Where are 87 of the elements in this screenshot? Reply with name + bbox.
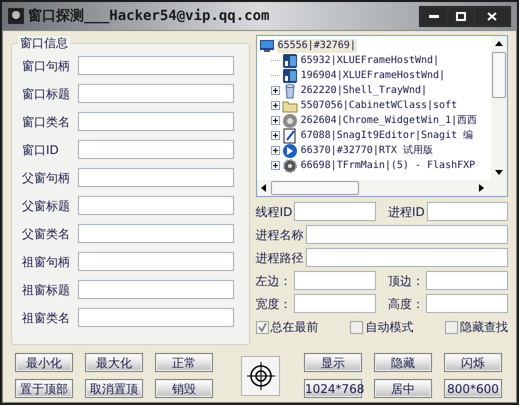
text-field[interactable] <box>78 280 234 299</box>
text-field[interactable] <box>294 271 376 290</box>
gear-icon <box>282 158 298 174</box>
text-field[interactable] <box>78 56 234 75</box>
field-label: 窗口句柄 <box>22 58 71 74</box>
action-button[interactable]: 隐藏 <box>374 353 432 372</box>
text-field[interactable] <box>306 248 508 267</box>
text-field[interactable] <box>294 202 376 221</box>
text-field[interactable] <box>78 308 234 327</box>
close-button[interactable] <box>475 8 509 24</box>
text-field[interactable] <box>294 294 376 313</box>
action-button[interactable]: 最小化 <box>15 353 73 372</box>
text-field[interactable] <box>426 271 508 290</box>
action-button[interactable]: 显示 <box>304 353 362 372</box>
field-label: 祖窗标题 <box>22 282 71 298</box>
group-title: 窗口信息 <box>18 36 70 50</box>
text-field[interactable] <box>426 202 508 221</box>
tree-item[interactable]: 5507056|CabinetWClass|soft <box>300 98 458 112</box>
text-field[interactable] <box>426 294 508 313</box>
tree-item[interactable]: 262604|Chrome_WidgetWin_1|西西 <box>300 114 478 128</box>
maximize-button[interactable] <box>448 8 474 24</box>
field-label: 进程路径 <box>256 250 304 266</box>
tree-item[interactable]: 65932|XLUEFrameHostWnd| <box>300 54 440 68</box>
field-label: 进程ID <box>388 204 425 220</box>
field-label: 窗口标题 <box>22 86 71 102</box>
minimize-button[interactable] <box>421 8 447 24</box>
window-icon <box>282 68 298 84</box>
field-label: 高度： <box>388 296 424 312</box>
field-label: 窗口类名 <box>22 114 71 130</box>
action-button[interactable]: 取消置顶 <box>85 379 143 398</box>
tree-item[interactable]: 66698|TFrmMain|(5) - FlashFXP <box>300 158 476 172</box>
expand-toggle[interactable] <box>270 101 280 110</box>
text-field[interactable] <box>78 196 234 215</box>
text-field[interactable] <box>78 168 234 187</box>
horizontal-scrollbar[interactable] <box>256 180 507 196</box>
text-field[interactable] <box>78 84 234 103</box>
disc-icon <box>282 112 298 128</box>
expand-toggle[interactable] <box>270 146 280 155</box>
expand-toggle[interactable] <box>270 86 280 95</box>
checkbox[interactable] <box>444 320 458 334</box>
text-field[interactable] <box>78 140 234 159</box>
text-field[interactable] <box>78 252 234 271</box>
expand-toggle[interactable] <box>270 161 280 170</box>
field-label: 父窗类名 <box>22 226 71 242</box>
window-title: 窗口探测___Hacker54@vip.qq.com <box>28 6 270 26</box>
expand-toggle[interactable] <box>270 116 280 125</box>
field-label: 进程名称 <box>256 226 304 244</box>
action-button[interactable]: 800*600 <box>444 379 502 398</box>
vertical-scrollbar[interactable] <box>491 36 507 180</box>
notepad-icon <box>282 128 298 144</box>
checkbox[interactable] <box>256 320 269 334</box>
crosshair-target[interactable] <box>241 356 280 396</box>
field-label: 祖窗句柄 <box>22 254 71 270</box>
scroll-right-icon[interactable] <box>477 184 485 192</box>
action-button[interactable]: 1024*768 <box>304 379 362 398</box>
field-label: 线程ID <box>256 204 292 220</box>
checkbox-label: 自动模式 <box>365 319 414 336</box>
tree-item[interactable]: 65556|#32769| <box>276 38 357 52</box>
field-label: 顶边： <box>388 272 424 290</box>
window-icon <box>282 52 298 68</box>
action-button[interactable]: 正常 <box>155 353 213 372</box>
close-icon <box>487 12 497 20</box>
text-field[interactable] <box>78 112 234 131</box>
scroll-left-icon[interactable] <box>260 184 268 192</box>
action-button[interactable]: 置于顶部 <box>15 379 73 398</box>
checkbox-label: 总在最前 <box>270 319 319 336</box>
action-button[interactable]: 居中 <box>374 379 432 398</box>
monitor-icon <box>258 38 275 54</box>
tree-item[interactable]: 262220|Shell_TrayWnd| <box>300 84 428 98</box>
action-button[interactable]: 最大化 <box>85 353 143 372</box>
field-label: 父窗标题 <box>22 198 71 214</box>
field-label: 父窗句柄 <box>22 170 71 186</box>
app-icon <box>8 8 24 24</box>
field-label: 窗口ID <box>22 142 60 158</box>
checkbox[interactable] <box>350 320 364 334</box>
tree-item[interactable]: 67088|SnagIt9Editor|Snagit 编 <box>300 128 474 142</box>
checkbox-label: 隐藏查找 <box>460 319 508 336</box>
text-field[interactable] <box>78 224 234 243</box>
field-label: 宽度： <box>256 296 292 312</box>
field-label: 祖窗类名 <box>22 310 71 326</box>
text-field[interactable] <box>306 225 508 244</box>
action-button[interactable]: 销毁 <box>155 379 213 398</box>
field-label: 左边： <box>256 272 292 290</box>
action-button[interactable]: 闪烁 <box>444 353 502 372</box>
tree-item[interactable]: 66370|#32770|RTX 试用版 <box>300 144 434 158</box>
expand-toggle[interactable] <box>270 131 280 140</box>
tree-item[interactable]: 196904|XLUEFrameHostWnd| <box>300 68 446 82</box>
